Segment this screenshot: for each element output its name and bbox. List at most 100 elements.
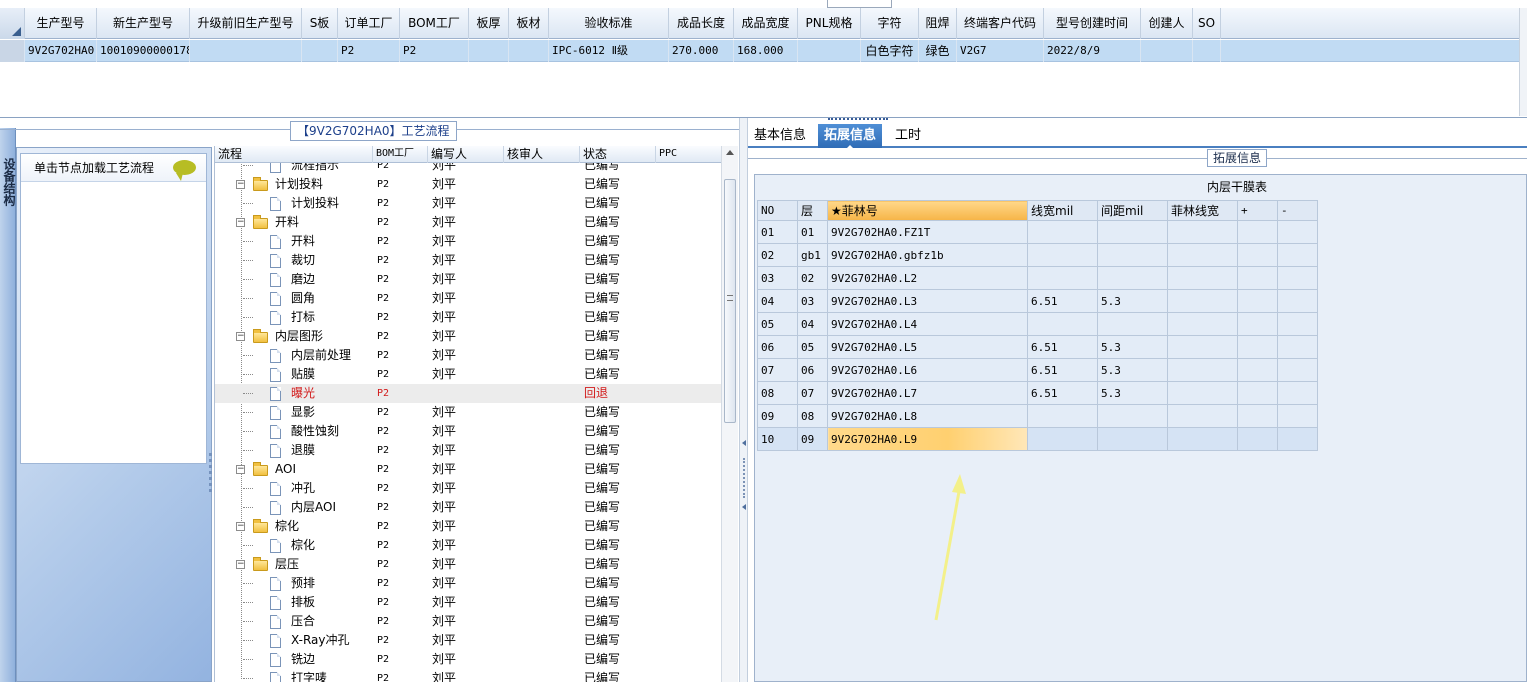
cell-minus[interactable] xyxy=(1277,404,1318,428)
cell-film-number[interactable]: 9V2G702HA0.L9 xyxy=(827,427,1028,451)
cell-minus[interactable] xyxy=(1277,358,1318,382)
step-bom-factory[interactable]: P2 xyxy=(377,384,432,403)
collapse-icon[interactable]: − xyxy=(236,560,245,569)
step-name[interactable]: AOI xyxy=(275,460,373,479)
cell-no[interactable]: 01 xyxy=(757,220,798,244)
cell-layer[interactable]: 09 xyxy=(797,427,828,451)
step-writer[interactable]: 刘平 xyxy=(432,555,508,574)
cell-width[interactable]: 168.000 xyxy=(734,40,798,62)
cell-layer[interactable]: 04 xyxy=(797,312,828,336)
step-reviewer[interactable] xyxy=(508,327,584,346)
step-name[interactable]: 圆角 xyxy=(291,289,373,308)
tree-folder-row[interactable]: − 棕化 P2 刘平 已编写 xyxy=(215,517,725,536)
tree-step-row[interactable]: 酸性蚀刻 P2 刘平 已编写 xyxy=(215,422,725,441)
step-reviewer[interactable] xyxy=(508,479,584,498)
step-bom-factory[interactable]: P2 xyxy=(377,650,432,669)
cell-spacing[interactable] xyxy=(1097,243,1168,267)
cell-film-line-width[interactable] xyxy=(1167,220,1238,244)
step-writer[interactable]: 刘平 xyxy=(432,232,508,251)
col-header-ppc[interactable]: PPC xyxy=(656,146,725,163)
step-status[interactable]: 已编写 xyxy=(584,346,660,365)
step-reviewer[interactable] xyxy=(508,555,584,574)
step-writer[interactable]: 刘平 xyxy=(432,479,508,498)
cell-solder-mask[interactable]: 绿色 xyxy=(919,40,957,62)
step-name[interactable]: 酸性蚀刻 xyxy=(291,422,373,441)
tree-step-row[interactable]: 贴膜 P2 刘平 已编写 xyxy=(215,365,725,384)
col-header-flow[interactable]: 流程 xyxy=(215,146,373,163)
cell-creator[interactable] xyxy=(1141,40,1193,62)
cell-plus[interactable] xyxy=(1237,266,1278,290)
step-writer[interactable]: 刘平 xyxy=(432,270,508,289)
panel-splitter[interactable] xyxy=(739,118,748,682)
col-header-plus[interactable]: + xyxy=(1237,200,1278,221)
cell-acceptance[interactable]: IPC-6012 Ⅱ级 xyxy=(549,40,669,62)
step-reviewer[interactable] xyxy=(508,612,584,631)
step-bom-factory[interactable]: P2 xyxy=(377,308,432,327)
cell-spacing[interactable]: 5.3 xyxy=(1097,335,1168,359)
step-bom-factory[interactable]: P2 xyxy=(377,555,432,574)
step-writer[interactable]: 刘平 xyxy=(432,536,508,555)
col-header-film-line-width[interactable]: 菲林线宽 xyxy=(1167,200,1238,221)
step-reviewer[interactable] xyxy=(508,403,584,422)
cell-minus[interactable] xyxy=(1277,289,1318,313)
cell-s-board[interactable] xyxy=(302,40,338,62)
step-status[interactable]: 已编写 xyxy=(584,631,660,650)
col-header[interactable]: 订单工厂 xyxy=(338,8,400,39)
step-bom-factory[interactable]: P2 xyxy=(377,536,432,555)
cell-minus[interactable] xyxy=(1277,381,1318,405)
step-name[interactable]: 棕化 xyxy=(291,536,373,555)
cell-no[interactable]: 05 xyxy=(757,312,798,336)
step-reviewer[interactable] xyxy=(508,232,584,251)
cell-film-number[interactable]: 9V2G702HA0.L5 xyxy=(827,335,1028,359)
step-writer[interactable]: 刘平 xyxy=(432,650,508,669)
step-status[interactable]: 已编写 xyxy=(584,232,660,251)
step-bom-factory[interactable]: P2 xyxy=(377,631,432,650)
step-bom-factory[interactable]: P2 xyxy=(377,232,432,251)
film-table-row[interactable]: 07 06 9V2G702HA0.L6 6.51 5.3 xyxy=(757,358,1318,382)
cell-plus[interactable] xyxy=(1237,404,1278,428)
tree-step-row[interactable]: 棕化 P2 刘平 已编写 xyxy=(215,536,725,555)
step-status[interactable]: 回退 xyxy=(584,384,660,403)
cell-plus[interactable] xyxy=(1237,427,1278,451)
step-bom-factory[interactable]: P2 xyxy=(377,270,432,289)
film-table-row[interactable]: 03 02 9V2G702HA0.L2 xyxy=(757,266,1318,290)
step-name[interactable]: 显影 xyxy=(291,403,373,422)
step-bom-factory[interactable]: P2 xyxy=(377,346,432,365)
film-table-row[interactable]: 06 05 9V2G702HA0.L5 6.51 5.3 xyxy=(757,335,1318,359)
cell-film-line-width[interactable] xyxy=(1167,381,1238,405)
step-bom-factory[interactable]: P2 xyxy=(377,327,432,346)
step-reviewer[interactable] xyxy=(508,251,584,270)
tree-step-row[interactable]: 退膜 P2 刘平 已编写 xyxy=(215,441,725,460)
cell-layer[interactable]: 08 xyxy=(797,404,828,428)
cell-length[interactable]: 270.000 xyxy=(669,40,734,62)
step-status[interactable]: 已编写 xyxy=(584,479,660,498)
step-bom-factory[interactable]: P2 xyxy=(377,669,432,682)
cell-spacing[interactable]: 5.3 xyxy=(1097,358,1168,382)
tree-step-row[interactable]: 开料 P2 刘平 已编写 xyxy=(215,232,725,251)
step-reviewer[interactable] xyxy=(508,346,584,365)
step-reviewer[interactable] xyxy=(508,631,584,650)
col-header[interactable]: S板 xyxy=(302,8,338,39)
step-bom-factory[interactable]: P2 xyxy=(377,365,432,384)
cell-line-width[interactable] xyxy=(1027,220,1098,244)
step-bom-factory[interactable]: P2 xyxy=(377,574,432,593)
cell-line-width[interactable] xyxy=(1027,312,1098,336)
tree-step-row[interactable]: 排板 P2 刘平 已编写 xyxy=(215,593,725,612)
step-reviewer[interactable] xyxy=(508,365,584,384)
step-status[interactable]: 已编写 xyxy=(584,650,660,669)
tree-step-row[interactable]: 计划投料 P2 刘平 已编写 xyxy=(215,194,725,213)
step-name[interactable]: 曝光 xyxy=(291,384,373,403)
step-name[interactable]: 冲孔 xyxy=(291,479,373,498)
film-table-row[interactable]: 08 07 9V2G702HA0.L7 6.51 5.3 xyxy=(757,381,1318,405)
step-writer[interactable]: 刘平 xyxy=(432,669,508,682)
cell-film-line-width[interactable] xyxy=(1167,335,1238,359)
step-name[interactable]: 打字唛 xyxy=(291,669,373,682)
cell-pnl[interactable] xyxy=(798,40,861,62)
cell-line-width[interactable]: 6.51 xyxy=(1027,335,1098,359)
cell-plus[interactable] xyxy=(1237,289,1278,313)
model-grid-row[interactable]: 9V2G702HA0 10010900000178 P2 P2 IPC-6012… xyxy=(0,40,1527,62)
tree-step-row[interactable]: 显影 P2 刘平 已编写 xyxy=(215,403,725,422)
step-name[interactable]: 棕化 xyxy=(275,517,373,536)
step-reviewer[interactable] xyxy=(508,194,584,213)
cell-film-number[interactable]: 9V2G702HA0.L3 xyxy=(827,289,1028,313)
